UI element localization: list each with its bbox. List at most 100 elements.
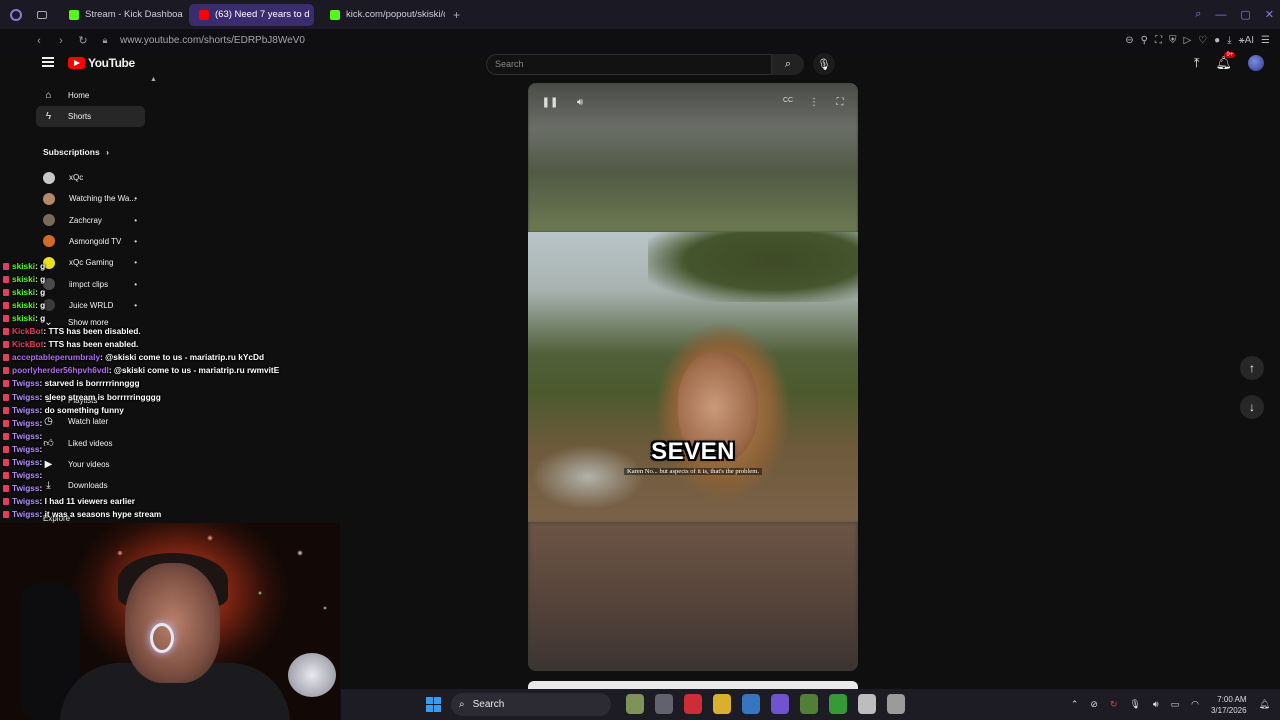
sidebar-item-downloads[interactable]: ⤓ Downloads — [36, 475, 145, 496]
chat-username[interactable]: Twigss — [12, 392, 40, 402]
display-icon[interactable]: ▭ — [1171, 699, 1180, 710]
chat-badge-icon — [3, 406, 9, 414]
start-button[interactable] — [426, 697, 441, 712]
close-button[interactable]: ✕ — [1265, 8, 1274, 21]
sync-icon[interactable]: ↻ — [1110, 699, 1118, 710]
chat-username[interactable]: KickBot — [12, 326, 43, 336]
browser-tab[interactable]: Stream - Kick Dashboard — [59, 4, 183, 26]
subscriptions-heading[interactable]: Subscriptions › — [43, 147, 109, 157]
chat-message: Twigss: — [3, 483, 42, 495]
heart-icon[interactable]: ♡ — [1198, 35, 1207, 46]
upload-icon[interactable]: ⤒ — [1194, 55, 1200, 71]
taskbar-search[interactable]: ⌕ Search — [451, 693, 611, 716]
sidebar-subscription-item[interactable]: Watching the Wa... • — [36, 188, 145, 209]
chat-text: g — [40, 287, 46, 298]
fullscreen-icon[interactable]: ⛶ — [830, 97, 850, 113]
speaker-icon[interactable]: 🔊︎ — [1153, 699, 1159, 710]
chat-username[interactable]: skiski — [12, 261, 35, 271]
ai-button[interactable]: ⚹AI — [1239, 35, 1254, 46]
chat-text: g — [40, 300, 46, 311]
sidebar-subscription-item[interactable]: iimpct clips • — [36, 274, 145, 295]
url-field[interactable]: www.youtube.com/shorts/EDRPbJ8WeV0 — [120, 35, 305, 46]
store-icon[interactable] — [742, 694, 760, 714]
search-input[interactable]: Search — [486, 54, 772, 75]
sidebar-subscription-item[interactable]: Asmongold TV • — [36, 231, 145, 252]
zoom-icon[interactable]: ⊖ — [1125, 35, 1133, 46]
notifications-tray-icon[interactable]: 🔔︎ — [1259, 699, 1270, 710]
voice-search-button[interactable]: 🎙︎ — [813, 53, 835, 75]
sidebar-item-shorts[interactable]: ϟ Shorts — [36, 106, 145, 127]
browser-tab[interactable]: kick.com/popout/skiski/ch — [320, 4, 445, 26]
opera-logo-icon[interactable] — [10, 8, 22, 21]
settings-icon[interactable] — [887, 694, 905, 714]
sidebar-item-liked-videos[interactable]: 👍︎ Liked videos — [36, 433, 145, 454]
next-short-button[interactable]: ↓ — [1240, 395, 1264, 419]
sidebar-subscription-item[interactable]: xQc — [36, 167, 145, 188]
mic-tray-icon[interactable]: 🎙︎ — [1129, 699, 1140, 710]
wifi-icon[interactable]: ◠ — [1191, 699, 1199, 710]
search-button[interactable]: ⌕ — [772, 54, 804, 75]
pin-icon[interactable]: ⚲ — [1141, 35, 1148, 46]
account-avatar[interactable] — [1248, 55, 1264, 71]
back-icon[interactable]: ‹ — [28, 35, 50, 47]
sidebar-subscription-item[interactable]: xQc Gaming • — [36, 252, 145, 273]
chat-username[interactable]: Twigss — [12, 444, 40, 454]
chat-message: skiski: g — [3, 274, 45, 286]
browser-tab[interactable]: (63) Need 7 years to d — [189, 3, 314, 26]
taskbar-clock[interactable]: 7:00 AM 3/17/2026 — [1211, 694, 1247, 716]
chat-username[interactable]: poorlyherder56hpvh6vdl — [12, 365, 109, 375]
chat-username[interactable]: Twigss — [12, 418, 40, 428]
more-options-icon[interactable]: ⋮ — [804, 97, 824, 113]
player-icon[interactable]: ▷ — [1183, 35, 1191, 46]
volume-button[interactable]: 🔊︎ — [570, 97, 590, 113]
maximize-button[interactable]: ▢ — [1240, 8, 1250, 21]
network-off-icon[interactable]: ⊘ — [1090, 699, 1098, 710]
reload-icon[interactable]: ↻ — [72, 34, 94, 47]
previous-short-button[interactable]: ↑ — [1240, 356, 1264, 380]
snapshot-icon[interactable]: ⛶ — [1155, 35, 1162, 46]
chat-username[interactable]: Twigss — [12, 483, 40, 493]
chat-username[interactable]: Twigss — [12, 457, 40, 467]
file-explorer-gray-icon[interactable] — [655, 694, 673, 714]
workspaces-icon[interactable] — [37, 10, 47, 19]
file-explorer-icon[interactable] — [713, 694, 731, 714]
chat-username[interactable]: Twigss — [12, 405, 40, 415]
profile-icon[interactable]: ● — [1214, 35, 1220, 46]
chat-username[interactable]: acceptableperumbraly — [12, 352, 100, 362]
chat-username[interactable]: skiski — [12, 300, 35, 310]
youtube-logo[interactable]: YouTube — [68, 56, 135, 70]
chat-username[interactable]: skiski — [12, 274, 35, 284]
notifications-button[interactable]: 🔔︎ 9+ — [1215, 52, 1236, 71]
download-icon[interactable]: ⤓ — [1227, 35, 1231, 46]
chat-username[interactable]: Twigss — [12, 378, 40, 388]
pause-button[interactable]: ❚❚ — [540, 97, 560, 113]
shield-icon[interactable]: ⛨ — [1169, 35, 1177, 46]
forward-icon[interactable]: › — [50, 35, 72, 47]
menu-icon[interactable]: ☰ — [1261, 35, 1270, 46]
chat-username[interactable]: skiski — [12, 287, 35, 297]
chat-username[interactable]: KickBot — [12, 339, 43, 349]
chat-username[interactable]: Twigss — [12, 470, 40, 480]
xbox-icon[interactable] — [829, 694, 847, 714]
opera-gx-icon[interactable] — [771, 694, 789, 714]
sidebar-item-home[interactable]: ⌂ Home — [36, 85, 145, 106]
chat-username[interactable]: Twigss — [12, 509, 40, 519]
chat-username[interactable]: Twigss — [12, 496, 40, 506]
minecraft-icon[interactable] — [800, 694, 818, 714]
minimize-button[interactable]: — — [1215, 9, 1226, 21]
chevron-up-icon[interactable]: ⌃ — [1071, 699, 1079, 710]
menu-icon[interactable] — [42, 57, 54, 67]
chat-username[interactable]: skiski — [12, 313, 35, 323]
shorts-player[interactable]: ❚❚ 🔊︎ CC ⋮ ⛶ SEVEN Karen No... but aspec… — [528, 83, 858, 671]
captions-button[interactable]: CC — [778, 97, 798, 113]
search-tabs-icon[interactable]: ⌕ — [1195, 8, 1201, 21]
widget-app-icon[interactable] — [626, 694, 644, 714]
opera-icon[interactable] — [684, 694, 702, 714]
obs-icon[interactable] — [858, 694, 876, 714]
new-tab-button[interactable]: + — [453, 8, 460, 22]
sidebar-item-your-videos[interactable]: ▶ Your videos — [36, 454, 145, 475]
downloads-icon: ⤓ — [46, 480, 51, 492]
sidebar-subscription-item[interactable]: Zachcray • — [36, 210, 145, 231]
chat-username[interactable]: Twigss — [12, 431, 40, 441]
taskbar-apps — [626, 694, 905, 714]
